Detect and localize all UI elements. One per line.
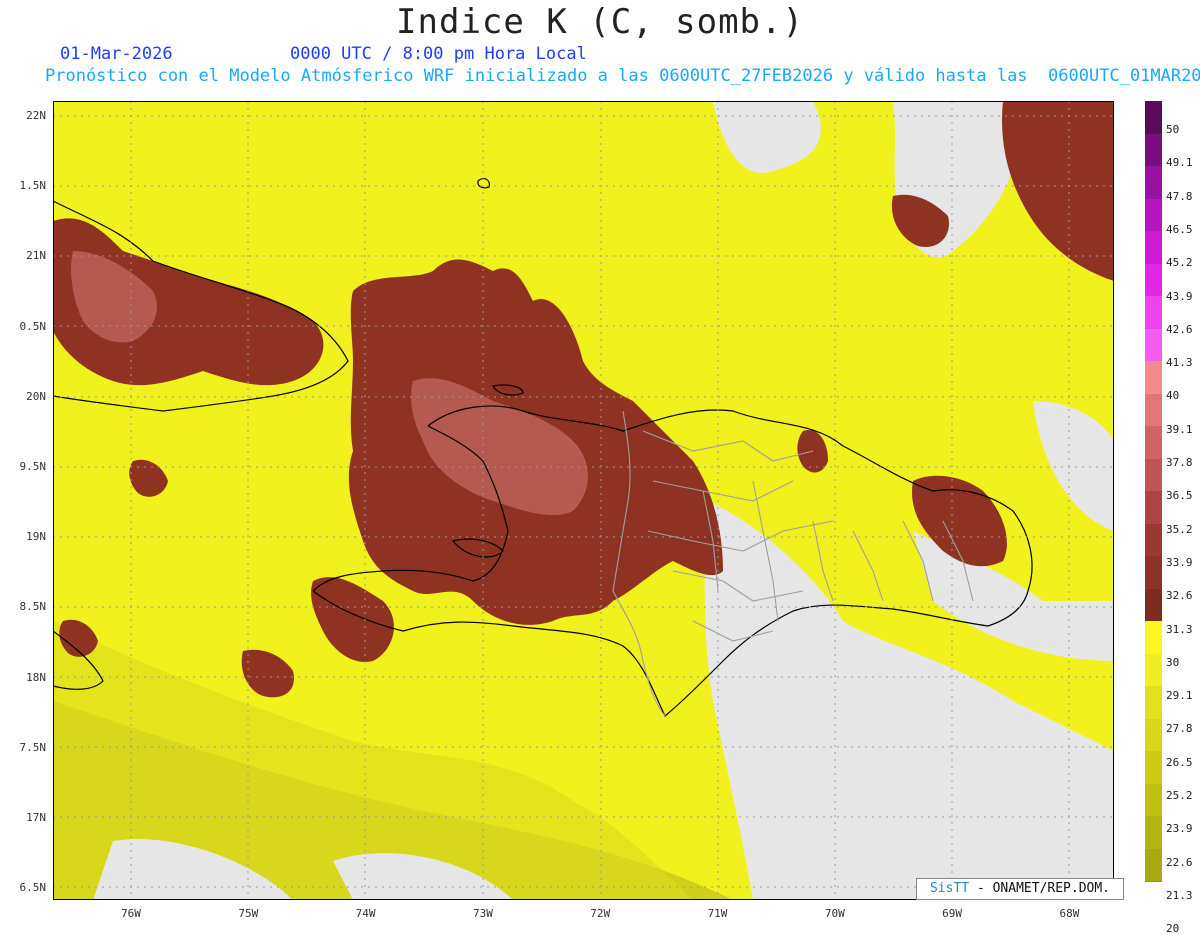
colorbar-label: 47.8 [1166,189,1193,203]
colorbar-label: 42.6 [1166,322,1193,336]
colorbar-segment [1145,328,1162,362]
colorbar-segment [1145,783,1162,817]
colorbar-segment [1145,621,1162,655]
colorbar-segment [1145,491,1162,525]
sistt-logo: SisTT [929,881,970,896]
y-tick-label: 7.5N [19,740,47,754]
colorbar-segment [1145,848,1162,882]
colorbar-label: 36.5 [1166,489,1193,503]
y-tick-label: 19N [26,530,46,544]
colorbar-segment [1145,263,1162,297]
x-tick-label: 70W [824,907,845,920]
colorbar-segment [1145,198,1162,232]
colorbar-label: 37.8 [1166,456,1193,469]
x-tick-label: 72W [590,907,611,920]
colorbar-segment [1145,816,1162,850]
colorbar-label: 41.3 [1166,356,1193,370]
colorbar-label: 32.6 [1166,589,1193,603]
x-tick-label: 69W [942,907,963,920]
colorbar-label: 40 [1166,389,1180,403]
colorbar-segment [1145,523,1162,557]
colorbar-segment [1145,231,1162,265]
credit-text: - ONAMET/REP.DOM. [976,881,1111,896]
x-tick-label: 74W [355,907,376,920]
valid-time: 0000 UTC / 8:00 pm Hora Local [290,44,587,64]
y-tick-label: 20N [26,389,46,403]
x-tick-label: 76W [121,907,141,920]
colorbar-label: 31.3 [1166,622,1193,636]
y-tick-label: 9.5N [19,460,47,473]
y-tick-label: 21N [26,249,46,263]
colorbar-label: 26.5 [1166,755,1193,769]
y-tick-label: 22N [26,109,46,122]
colorbar-label: 50 [1166,123,1180,136]
y-tick-label: 1.5N [19,179,47,193]
x-tick-label: 75W [238,907,259,920]
y-tick-label: 0.5N [19,319,47,333]
colorbar-label: 22.6 [1166,855,1193,869]
colorbar-label: 33.9 [1166,555,1193,569]
k-index-map [53,101,1114,900]
colorbar-label: 30 [1166,655,1180,669]
y-tick-label: 18N [26,670,46,684]
colorbar-segment [1145,458,1162,492]
x-tick-label: 71W [707,907,728,920]
colorbar-label: 39.1 [1166,422,1193,436]
colorbar-segment [1145,653,1162,687]
chart-title: Indice K (C, somb.) [396,2,804,42]
colorbar-label: 25.2 [1166,789,1193,802]
colorbar-label: 45.2 [1166,256,1193,270]
colorbar-label: 35.2 [1166,522,1193,536]
colorbar-label: 21.3 [1166,888,1193,902]
colorbar-segment [1145,393,1162,427]
colorbar-segment [1145,718,1162,752]
colorbar-segment [1145,133,1162,167]
y-tick-label: 17N [26,811,46,824]
x-tick-label: 68W [1059,907,1080,920]
forecast-date: 01-Mar-2026 [60,44,173,64]
x-tick-label: 73W [472,907,493,920]
y-tick-label: 6.5N [19,881,47,895]
y-tick-label: 8.5N [19,600,47,614]
colorbar-segment [1145,101,1162,135]
colorbar-label: 29.1 [1166,689,1193,703]
colorbar-segment [1145,751,1162,785]
colorbar-segment [1145,361,1162,395]
colorbar [1145,101,1162,882]
model-info-line: Pronóstico con el Modelo Atmósferico WRF… [45,66,1200,86]
colorbar-segment [1145,588,1162,622]
colorbar-segment [1145,296,1162,330]
colorbar-label: 46.5 [1166,222,1193,236]
colorbar-segment [1145,686,1162,720]
colorbar-label: 20 [1166,922,1180,935]
colorbar-label: 27.8 [1166,722,1193,736]
colorbar-segment [1145,426,1162,460]
credit-box: SisTT - ONAMET/REP.DOM. [916,878,1124,900]
colorbar-label: 43.9 [1166,289,1193,303]
colorbar-segment [1145,556,1162,590]
colorbar-label: 23.9 [1166,822,1193,836]
colorbar-segment [1145,166,1162,200]
colorbar-label: 49.1 [1166,156,1193,170]
